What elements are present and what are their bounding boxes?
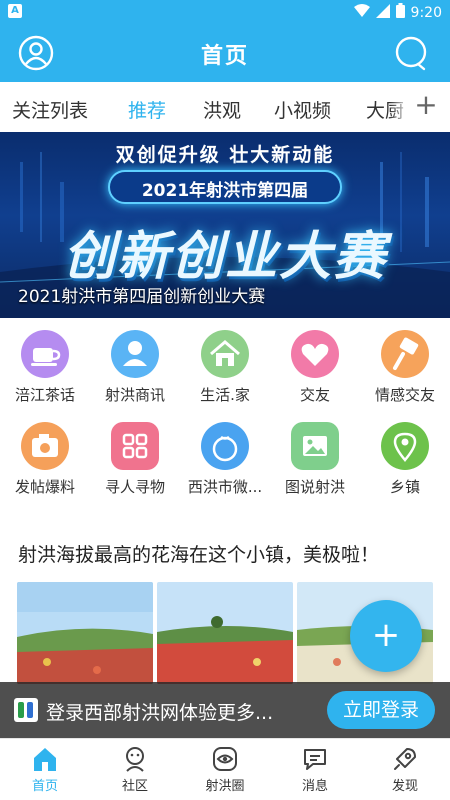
app-notification-icon: A — [8, 4, 22, 18]
grid-item-townships[interactable]: 乡镇 — [360, 422, 450, 497]
grid-label: 西洪市微... — [187, 478, 263, 496]
nav-label: 社区 — [121, 779, 148, 794]
app-logo-icon — [14, 698, 38, 722]
tab-following[interactable]: 关注列表 — [12, 96, 88, 123]
grid-label: 情感交友 — [374, 386, 435, 404]
person-icon — [111, 330, 159, 378]
grid-item-xihong-micro[interactable]: 西洪市微... — [180, 422, 270, 497]
grid-label: 乡镇 — [389, 478, 420, 496]
grid-label: 涪江茶话 — [14, 386, 75, 404]
article-thumbnail[interactable] — [157, 582, 293, 684]
banner-headline: 创新创业大赛 — [62, 226, 387, 287]
fruit-icon — [201, 422, 249, 470]
nav-item-messages[interactable]: 消息 — [270, 745, 360, 794]
add-channel-icon[interactable]: + — [408, 88, 444, 124]
grid-item-photo-shehong[interactable]: 图说射洪 — [270, 422, 360, 497]
search-icon[interactable] — [394, 35, 430, 71]
battery-icon — [395, 3, 405, 22]
grid-item-lost-found[interactable]: 寻人寻物 — [90, 422, 180, 497]
status-bar: A 9:20 — [0, 0, 450, 24]
home-nav-icon — [31, 745, 59, 773]
grid-label: 交友 — [299, 386, 330, 404]
grid-label: 发帖爆料 — [14, 478, 75, 496]
banner-slogan: 双创促升级 壮大新动能 — [115, 144, 335, 166]
add-post-button[interactable]: + — [350, 600, 422, 672]
grid-item-dating[interactable]: 交友 — [270, 330, 360, 405]
page-title: 首页 — [200, 44, 249, 69]
login-prompt-bar: 登录西部射洪网体验更多... 立即登录 — [0, 682, 450, 738]
tab-hongguan[interactable]: 洪观 — [203, 96, 241, 123]
bottom-nav: 首页 社区 射洪圈 消息 发现 — [0, 738, 450, 800]
rocket-icon — [391, 745, 419, 773]
grid-item-tea-talk[interactable]: 涪江茶话 — [0, 330, 90, 405]
teacup-icon — [21, 330, 69, 378]
banner-subtitle: 2021年射洪市第四届 — [141, 181, 309, 201]
nav-label: 射洪圈 — [205, 779, 245, 794]
grid-item-emotional-dating[interactable]: 情感交友 — [360, 330, 450, 405]
community-icon — [121, 745, 149, 773]
wifi-icon — [353, 3, 370, 22]
home-icon — [201, 330, 249, 378]
camera-icon — [21, 422, 69, 470]
tab-recommended[interactable]: 推荐 — [128, 96, 166, 123]
nav-label: 发现 — [391, 779, 418, 794]
nav-item-shehong-circle[interactable]: 射洪圈 — [180, 745, 270, 794]
grid-item-post-tips[interactable]: 发帖爆料 — [0, 422, 90, 497]
signal-icon — [375, 3, 390, 22]
location-pin-icon — [381, 422, 429, 470]
circle-eye-icon — [211, 745, 239, 773]
article-thumbnail[interactable] — [17, 582, 153, 684]
banner-carousel[interactable]: 双创促升级 壮大新动能 2021年射洪市第四届 创新创业大赛 2021射洪市第四… — [0, 132, 450, 318]
image-icon — [291, 422, 339, 470]
channel-tabs: 关注列表 推荐 洪观 小视频 大厨 + — [0, 82, 450, 132]
grid-label: 寻人寻物 — [104, 478, 165, 496]
banner-caption: 2021射洪市第四届创新创业大赛 — [18, 287, 266, 307]
login-prompt-text: 登录西部射洪网体验更多... — [46, 702, 274, 724]
apps-icon — [111, 422, 159, 470]
brush-icon — [381, 330, 429, 378]
tab-short-video[interactable]: 小视频 — [274, 96, 331, 123]
nav-label: 消息 — [301, 779, 328, 794]
nav-item-home[interactable]: 首页 — [0, 745, 90, 794]
category-grid: 涪江茶话 射洪商讯 生活.家 交友 情感交友 发帖爆料 寻人寻物 西洪市微...… — [0, 330, 450, 510]
grid-label: 生活.家 — [200, 386, 250, 404]
article-title[interactable]: 射洪海拔最高的花海在这个小镇，美极啦！ — [18, 540, 379, 567]
nav-item-community[interactable]: 社区 — [90, 745, 180, 794]
grid-label: 射洪商讯 — [104, 386, 165, 404]
app-header: 首页 — [0, 24, 450, 82]
grid-label: 图说射洪 — [284, 478, 345, 496]
grid-item-business-news[interactable]: 射洪商讯 — [90, 330, 180, 405]
nav-label: 首页 — [31, 779, 58, 794]
message-icon — [301, 745, 329, 773]
nav-item-discover[interactable]: 发现 — [360, 745, 450, 794]
status-time: 9:20 — [410, 4, 442, 21]
login-button[interactable]: 立即登录 — [327, 691, 435, 729]
heart-icon — [291, 330, 339, 378]
grid-item-life-home[interactable]: 生活.家 — [180, 330, 270, 405]
